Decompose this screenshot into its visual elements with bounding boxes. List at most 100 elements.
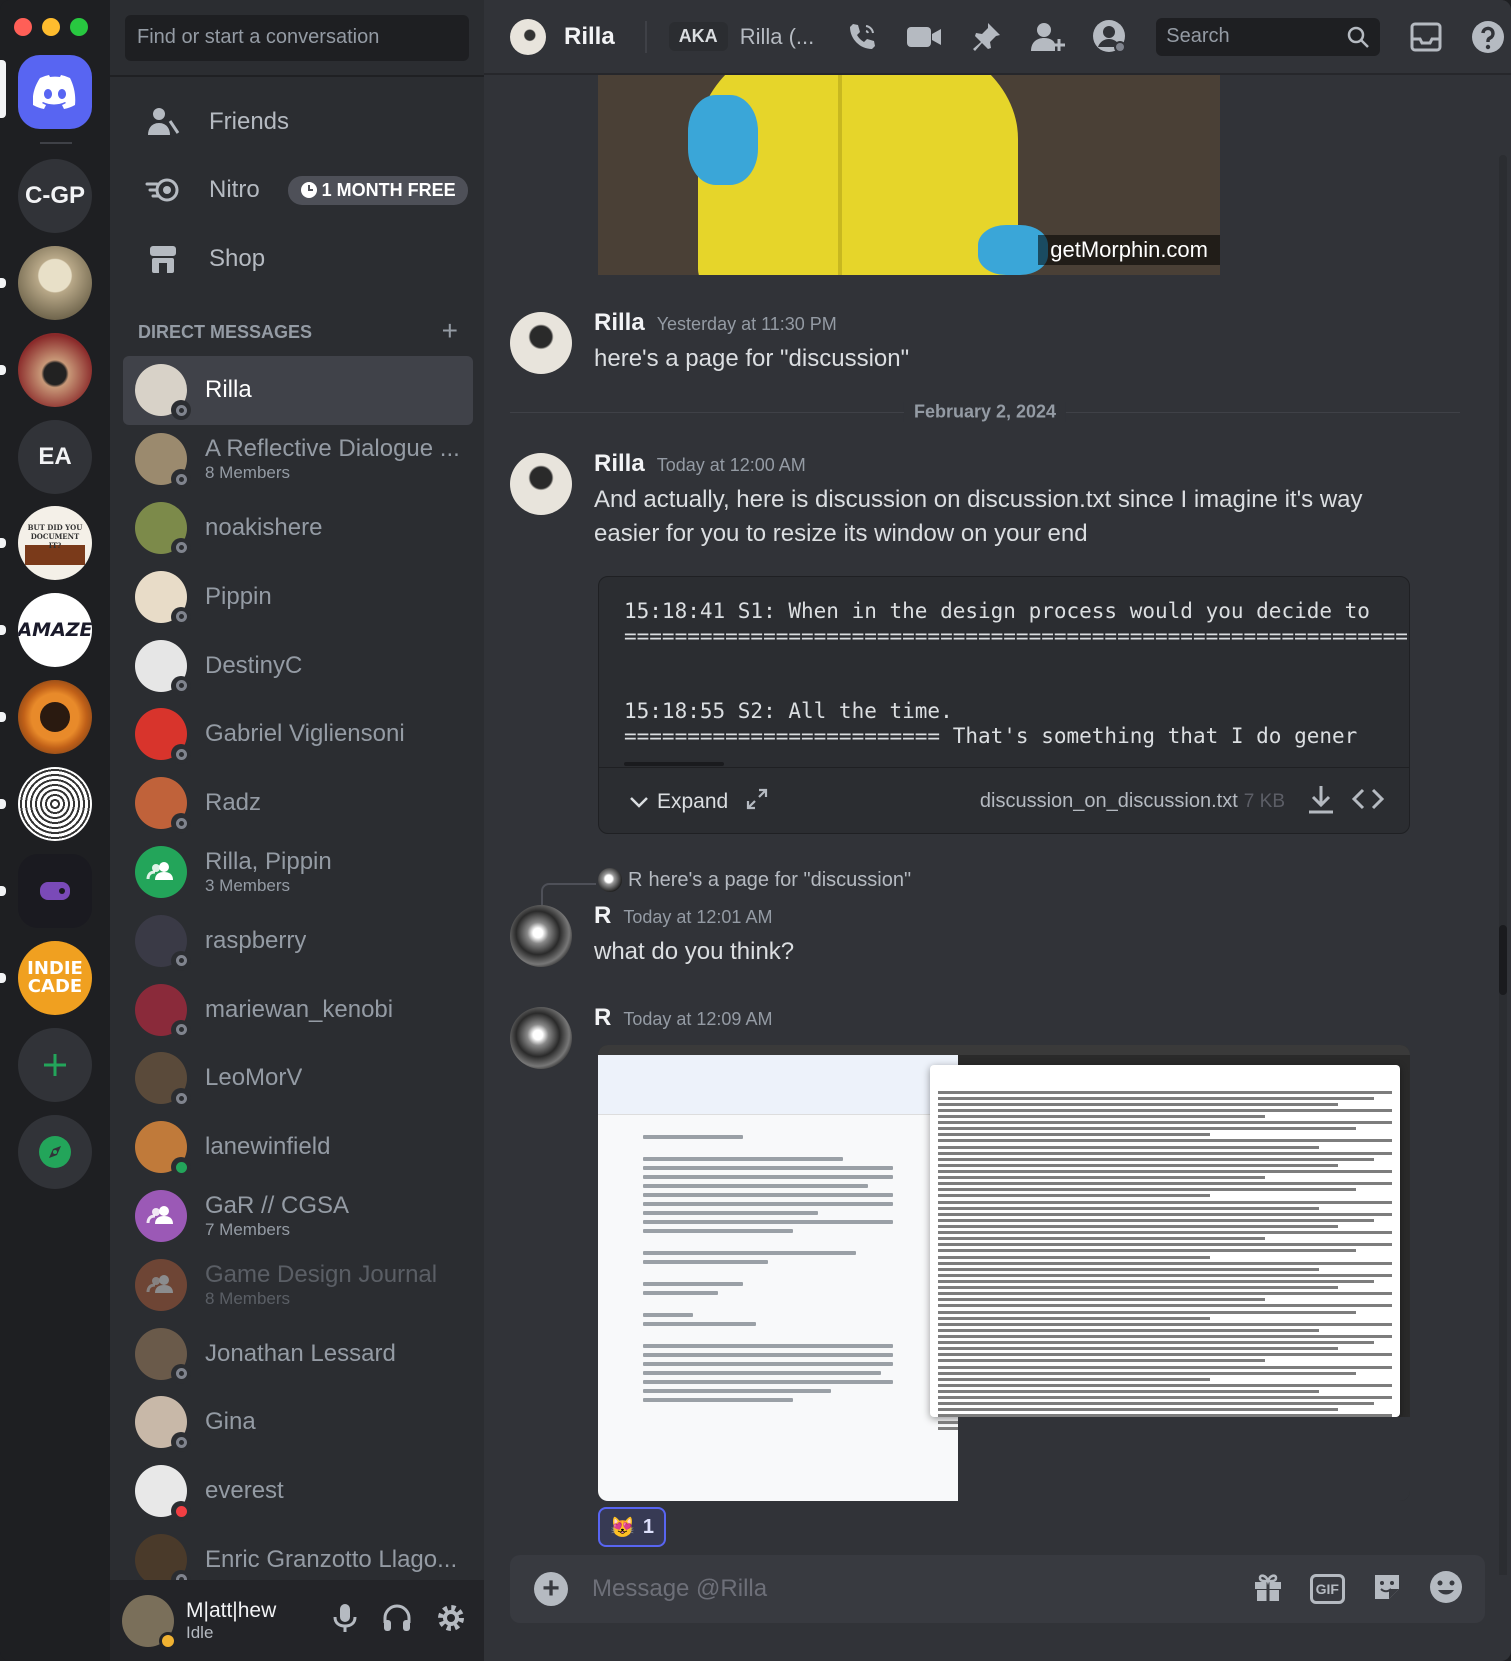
headphones-icon[interactable] bbox=[382, 1603, 412, 1638]
server-amaze[interactable]: AMAZE bbox=[18, 593, 92, 667]
help-icon[interactable] bbox=[1470, 19, 1506, 55]
gif-embed[interactable]: getMorphin.com bbox=[598, 75, 1220, 275]
add-server-button[interactable] bbox=[18, 1028, 92, 1102]
dm-item[interactable]: Pippin bbox=[123, 562, 473, 631]
dm-name: LeoMorV bbox=[205, 1064, 303, 1092]
dm-item[interactable]: GaR // CGSA 7 Members bbox=[123, 1182, 473, 1251]
divider bbox=[110, 75, 484, 77]
dm-item[interactable]: raspberry bbox=[123, 906, 473, 975]
dm-name: noakishere bbox=[205, 513, 323, 541]
dm-item[interactable]: noakishere bbox=[123, 494, 473, 563]
attachment-filesize: 7 KB bbox=[1243, 790, 1285, 812]
user-name-area[interactable]: M|att|hew Idle bbox=[186, 1599, 276, 1643]
sticker-icon[interactable] bbox=[1371, 1571, 1403, 1608]
author-name[interactable]: Rilla bbox=[594, 309, 645, 336]
microphone-icon[interactable] bbox=[332, 1603, 358, 1638]
dm-name: Game Design Journal bbox=[205, 1260, 438, 1288]
dm-avatar bbox=[135, 983, 191, 1040]
fullscreen-icon[interactable] bbox=[746, 788, 768, 815]
dm-item[interactable]: Jonathan Lessard bbox=[123, 1319, 473, 1388]
gif-watermark: getMorphin.com bbox=[1038, 235, 1220, 265]
inbox-icon[interactable] bbox=[1408, 19, 1444, 55]
server-avatar-2[interactable] bbox=[18, 333, 92, 407]
file-preview: 15:18:41 S1: When in the design process … bbox=[624, 599, 1408, 748]
dm-item[interactable]: Gabriel Vigliensoni bbox=[123, 700, 473, 769]
server-indiecade[interactable]: INDIE CADE bbox=[18, 941, 92, 1015]
author-avatar[interactable] bbox=[510, 905, 572, 967]
group-icon bbox=[146, 861, 173, 880]
unread-indicator bbox=[0, 278, 6, 288]
server-pattern[interactable] bbox=[18, 767, 92, 841]
settings-gear-icon[interactable] bbox=[436, 1603, 466, 1638]
video-call-icon[interactable] bbox=[906, 19, 942, 55]
dm-item[interactable]: mariewan_kenobi bbox=[123, 975, 473, 1044]
user-profile-icon[interactable] bbox=[1092, 19, 1128, 55]
pin-icon[interactable] bbox=[968, 19, 1004, 55]
dm-item[interactable]: Radz bbox=[123, 769, 473, 838]
author-name[interactable]: Rilla bbox=[594, 450, 645, 477]
screenshot-image-attachment[interactable] bbox=[598, 1045, 1410, 1501]
dm-avatar bbox=[135, 1396, 191, 1453]
explore-servers-button[interactable] bbox=[18, 1115, 92, 1189]
dm-item[interactable]: Game Design Journal 8 Members bbox=[123, 1250, 473, 1319]
author-name[interactable]: R bbox=[594, 1004, 611, 1031]
header-search-input[interactable]: Search bbox=[1156, 17, 1381, 56]
emoji-icon[interactable] bbox=[1429, 1570, 1463, 1609]
scrollbar-track[interactable] bbox=[1499, 155, 1507, 1575]
server-avatar-1[interactable] bbox=[18, 246, 92, 320]
message-input[interactable]: Message @Rilla bbox=[592, 1575, 767, 1603]
attachment-filename[interactable]: discussion_on_discussion.txt bbox=[980, 790, 1238, 813]
server-ea[interactable]: EA bbox=[18, 420, 92, 494]
server-cgp[interactable]: C-GP bbox=[18, 159, 92, 233]
dm-item[interactable]: A Reflective Dialogue ... 8 Members bbox=[123, 425, 473, 494]
nav-friends[interactable]: Friends bbox=[125, 94, 469, 150]
find-conversation-input[interactable]: Find or start a conversation bbox=[125, 15, 469, 61]
header-avatar[interactable] bbox=[510, 18, 546, 55]
author-avatar[interactable] bbox=[510, 1007, 572, 1069]
nitro-icon bbox=[143, 170, 183, 210]
aka-badge: AKA bbox=[668, 22, 728, 51]
aka-name[interactable]: Rilla (... bbox=[740, 24, 815, 50]
close-window-button[interactable] bbox=[14, 18, 32, 36]
scrollbar-thumb[interactable] bbox=[1499, 925, 1507, 995]
home-button[interactable] bbox=[18, 55, 92, 129]
nav-nitro[interactable]: Nitro 1 MONTH FREE bbox=[125, 162, 469, 218]
server-document-it[interactable]: BUT DID YOU DOCUMENT IT? bbox=[18, 506, 92, 580]
gift-icon[interactable] bbox=[1252, 1571, 1284, 1608]
expand-button[interactable]: Expand bbox=[629, 790, 728, 814]
dm-item[interactable]: Rilla bbox=[123, 356, 473, 425]
nav-shop[interactable]: Shop bbox=[125, 231, 469, 287]
reply-text: here's a page for "discussion" bbox=[648, 868, 912, 891]
server-orange-art[interactable] bbox=[18, 680, 92, 754]
add-friend-icon[interactable] bbox=[1030, 19, 1066, 55]
user-avatar[interactable] bbox=[122, 1594, 177, 1650]
dm-item[interactable]: DestinyC bbox=[123, 631, 473, 700]
header-username[interactable]: Rilla bbox=[564, 23, 615, 51]
dm-member-count: 8 Members bbox=[205, 1288, 291, 1308]
author-name[interactable]: R bbox=[594, 902, 611, 929]
dm-item[interactable]: everest bbox=[123, 1457, 473, 1526]
dm-name: lanewinfield bbox=[205, 1133, 331, 1161]
reaction-button[interactable]: 😻 1 bbox=[598, 1507, 666, 1547]
dm-item[interactable]: Rilla, Pippin 3 Members bbox=[123, 838, 473, 907]
zoom-window-button[interactable] bbox=[70, 18, 88, 36]
upload-plus-icon[interactable]: + bbox=[534, 1572, 568, 1606]
gif-button[interactable]: GIF bbox=[1309, 1574, 1345, 1604]
server-dark-game[interactable] bbox=[18, 854, 92, 928]
dm-item[interactable]: LeoMorV bbox=[123, 1044, 473, 1113]
download-icon[interactable] bbox=[1307, 784, 1335, 819]
dm-avatar bbox=[135, 570, 191, 627]
author-avatar[interactable] bbox=[510, 312, 572, 374]
view-source-icon[interactable] bbox=[1351, 787, 1385, 816]
create-dm-button[interactable]: + bbox=[442, 317, 458, 345]
status-indicator bbox=[171, 744, 191, 765]
dm-member-count: 7 Members bbox=[205, 1219, 291, 1239]
author-avatar[interactable] bbox=[510, 453, 572, 515]
preview-scrollbar[interactable] bbox=[624, 762, 724, 766]
phone-call-icon[interactable] bbox=[844, 19, 880, 55]
dm-item[interactable]: Gina bbox=[123, 1388, 473, 1457]
voice-controls bbox=[332, 1603, 466, 1638]
replied-message[interactable]: R here's a page for "discussion" bbox=[598, 868, 911, 892]
minimize-window-button[interactable] bbox=[42, 18, 60, 36]
dm-item[interactable]: lanewinfield bbox=[123, 1113, 473, 1182]
